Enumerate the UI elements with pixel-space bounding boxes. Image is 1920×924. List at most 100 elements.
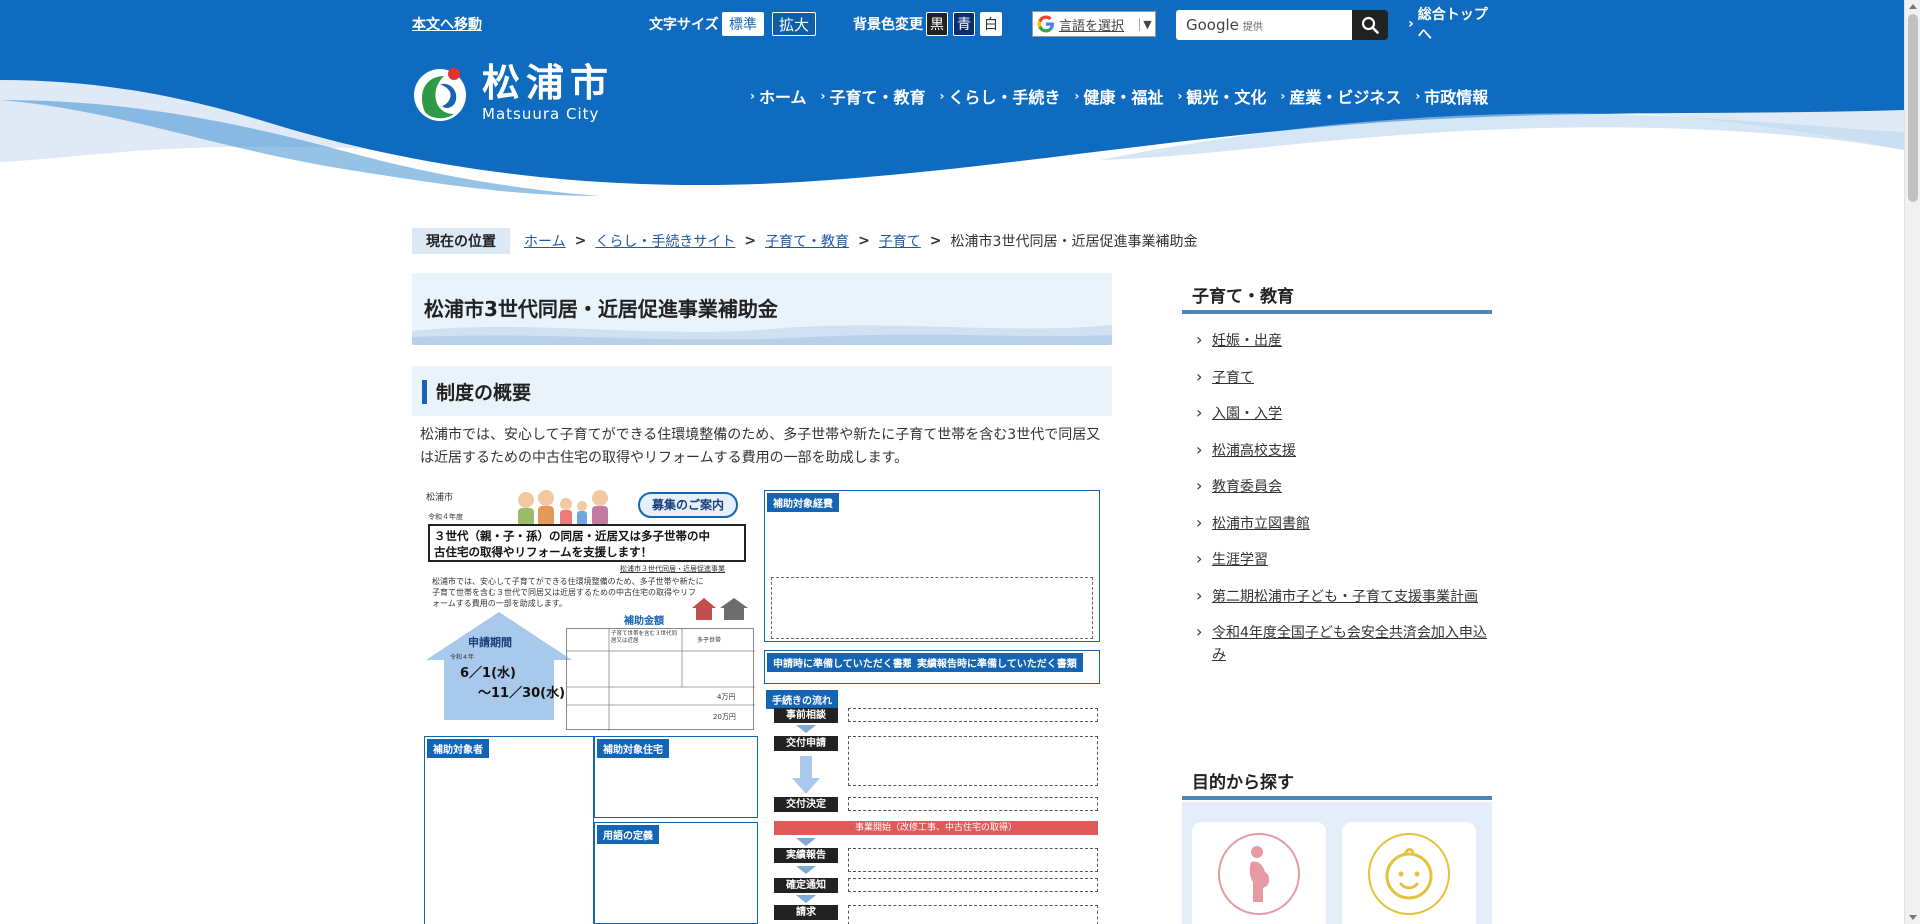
table-col-2: 多子世帯	[697, 637, 722, 644]
pregnancy-icon	[1218, 833, 1300, 915]
chevron-right-icon: ›	[1177, 89, 1183, 103]
chevron-right-icon: ›	[939, 89, 945, 103]
search-button[interactable]	[1352, 10, 1388, 40]
background-color-label: 背景色変更	[853, 17, 923, 33]
flyer-definitions-box: 用語の定義	[594, 822, 758, 924]
page-title: 松浦市3世代同居・近居促進事業補助金	[424, 297, 778, 321]
sidebar-item-enrollment[interactable]: 入園・入学	[1192, 402, 1492, 425]
flyer-eligible-expenses-box: 補助対象経費	[764, 490, 1100, 642]
scroll-down-arrow-icon[interactable]	[1909, 915, 1917, 920]
scrollbar-thumb[interactable]	[1908, 14, 1918, 202]
breadcrumb-current: 松浦市3世代同居・近居促進事業補助金	[950, 234, 1198, 250]
breadcrumb-childcare-education[interactable]: 子育て・教育	[765, 231, 849, 251]
breadcrumb: 現在の位置 ホーム > くらし・手続きサイト > 子育て・教育 > 子育て > …	[412, 228, 1197, 254]
sidebar-item-pregnancy[interactable]: 妊娠・出産	[1192, 329, 1492, 352]
city-emblem-icon	[414, 68, 466, 121]
logo-name-jp: 松浦市	[482, 60, 615, 105]
flyer-period-start: 6／1(水)	[460, 666, 516, 681]
flow-step-consultation: 事前相談	[774, 708, 838, 723]
flyer-eligible-housing-box: 補助対象住宅	[594, 736, 758, 818]
category-card-childcare[interactable]	[1342, 822, 1476, 924]
flow-desc-decision	[848, 797, 1098, 811]
flyer-period-year: 令和４年	[450, 654, 475, 661]
breadcrumb-living-site[interactable]: くらし・手続きサイト	[595, 231, 735, 251]
sidebar-item-support-plan[interactable]: 第二期松浦市子ども・子育て支援事業計画	[1192, 585, 1492, 608]
flyer-recruit-badge: 募集のご案内	[638, 492, 738, 518]
flow-step-report: 実績報告	[774, 848, 838, 863]
flow-step-claim: 請求	[774, 905, 838, 920]
breadcrumb-home[interactable]: ホーム	[524, 231, 566, 251]
font-size-standard-button[interactable]: 標準	[722, 12, 764, 36]
breadcrumb-separator: >	[858, 233, 870, 249]
table-amount-2: 20万円	[713, 713, 736, 721]
skip-to-content-link[interactable]: 本文へ移動	[412, 10, 482, 38]
site-header: 本文へ移動 文字サイズ 標準 拡大 背景色変更 黒 青 白 言語を選択 ▼ Go…	[0, 0, 1904, 200]
sidebar-item-childcare[interactable]: 子育て	[1192, 366, 1492, 389]
gnav-living-procedures[interactable]: › くらし・手続き	[934, 84, 1069, 108]
flow-step-application: 交付申請	[774, 736, 838, 751]
flyer-program-name: 松浦市３世代同居・近居促進事業	[620, 565, 725, 573]
bg-blue-button[interactable]: 青	[953, 12, 975, 36]
flyer-subsidy-table: 子育て世帯を含む３世代同居又は近居 多子世帯 4万円 20万円	[566, 628, 755, 731]
program-summary: 松浦市では、安心して子育てができる住環境整備のため、多子世帯や新たに子育て世帯を…	[420, 427, 1101, 466]
sidebar-item-high-school-support[interactable]: 松浦高校支援	[1192, 439, 1492, 462]
flow-desc-confirmation	[848, 878, 1098, 892]
search-provider: 提供	[1242, 21, 1263, 33]
houses-icon	[692, 598, 748, 620]
find-by-purpose-title: 目的から探す	[1182, 764, 1492, 800]
sidebar-item-library[interactable]: 松浦市立図書館	[1192, 512, 1492, 535]
utility-bar: 本文へ移動 文字サイズ 標準 拡大 背景色変更 黒 青 白 言語を選択 ▼ Go…	[412, 7, 1492, 43]
portal-top-link[interactable]: 総合トップへ	[1408, 7, 1492, 43]
flyer-docs-report-title: 実績報告時に準備していただく書類	[911, 653, 1083, 672]
font-size-large-button[interactable]: 拡大	[772, 12, 817, 36]
sidebar-item-lifelong-learning[interactable]: 生涯学習	[1192, 548, 1492, 571]
flyer-city: 松浦市	[426, 493, 454, 503]
chevron-right-icon: ›	[1074, 89, 1080, 103]
breadcrumb-separator: >	[574, 233, 587, 249]
sidebar-item-insurance[interactable]: 令和4年度全国子ども会安全共済会加入申込み	[1192, 621, 1492, 666]
breadcrumb-childcare[interactable]: 子育て	[879, 231, 921, 251]
flow-step-decision: 交付決定	[774, 797, 838, 812]
gnav-tourism-culture[interactable]: › 観光・文化	[1172, 84, 1275, 108]
flyer-subsidy-amount-title: 補助金額	[624, 616, 664, 627]
site-logo[interactable]: 松浦市 Matsuura City	[410, 60, 620, 126]
gnav-city-info[interactable]: › 市政情報	[1410, 84, 1497, 108]
gnav-health-welfare[interactable]: › 健康・福祉	[1069, 84, 1172, 108]
bg-black-button[interactable]: 黒	[926, 12, 948, 36]
chevron-right-icon: ›	[820, 89, 826, 103]
bg-white-button[interactable]: 白	[980, 12, 1002, 36]
flow-arrow-icon	[796, 725, 816, 733]
gnav-home[interactable]: › ホーム	[745, 84, 815, 108]
scroll-up-arrow-icon[interactable]	[1909, 4, 1917, 9]
gnav-industry-business[interactable]: › 産業・ビジネス	[1275, 84, 1410, 108]
dropdown-arrow-icon: ▼	[1139, 17, 1155, 31]
section-heading: 制度の概要	[412, 366, 1112, 416]
font-size-label: 文字サイズ	[649, 17, 719, 33]
chevron-right-icon: ›	[1280, 89, 1286, 103]
baby-face-icon	[1368, 833, 1450, 915]
page-title-box: 松浦市3世代同居・近居促進事業補助金	[412, 273, 1112, 345]
category-card-pregnancy[interactable]	[1192, 822, 1326, 924]
flow-desc-consultation	[848, 708, 1098, 722]
search-input[interactable]: Google 提供	[1176, 10, 1352, 40]
logo-name-en: Matsuura City	[482, 105, 600, 123]
flyer-flow-title: 手続きの流れ	[766, 690, 838, 709]
flyer-docs-apply-title: 申請時に準備していただく書類	[767, 653, 919, 672]
purpose-category-panel	[1182, 802, 1492, 924]
expenses-detail-box	[771, 577, 1093, 639]
flow-desc-report	[848, 848, 1098, 872]
flyer-headline: ３世代（親・子・孫）の同居・近居又は多子世帯の中 古住宅の取得やリフォームを支援…	[428, 524, 746, 562]
flow-desc-application	[848, 736, 1098, 786]
program-flyer-image: 松浦市 令和４年度 募集のご案内 ３世代（親・子・孫）の同居・近居又は多子世帯の…	[420, 484, 1104, 924]
sidebar-menu: 妊娠・出産 子育て 入園・入学 松浦高校支援 教育委員会 松浦市立図書館 生涯学…	[1192, 329, 1492, 681]
flow-desc-claim	[848, 905, 1098, 924]
gnav-childcare-education[interactable]: › 子育て・教育	[815, 84, 934, 108]
breadcrumb-separator: >	[929, 233, 942, 249]
sidebar-title: 子育て・教育	[1182, 278, 1492, 314]
sidebar-item-board-of-education[interactable]: 教育委員会	[1192, 475, 1492, 498]
page-scrollbar[interactable]	[1904, 0, 1920, 924]
language-select[interactable]: 言語を選択 ▼	[1032, 11, 1156, 37]
site-search: Google 提供	[1176, 10, 1388, 40]
flyer-definitions-title: 用語の定義	[597, 825, 659, 844]
table-col-1: 子育て世帯を含む３世代同居又は近居	[611, 631, 678, 644]
